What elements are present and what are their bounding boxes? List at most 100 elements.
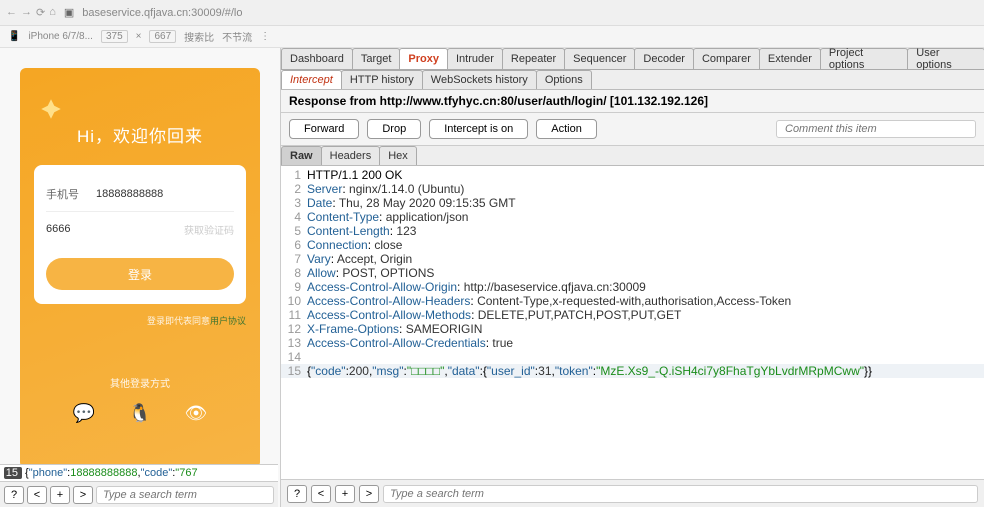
viewtab-hex[interactable]: Hex xyxy=(379,146,417,165)
action-bar: Forward Drop Intercept is on Action xyxy=(281,113,984,146)
terms-link[interactable]: 用户协议 xyxy=(210,316,246,326)
tab-proxy[interactable]: Proxy xyxy=(399,48,448,69)
terms-text: 登录即代表同意用户协议 xyxy=(34,314,246,327)
qq-icon[interactable]: 🐧 xyxy=(127,400,153,426)
left-json-line: 15 {"phone":18888888888,"code":"767 xyxy=(0,465,278,481)
add-icon[interactable]: + xyxy=(50,486,70,504)
divider xyxy=(46,211,234,212)
bottom-search-bar: ? < + > xyxy=(281,479,984,507)
forward-icon[interactable]: → xyxy=(21,6,32,19)
response-line: 13Access-Control-Allow-Credentials: true xyxy=(281,336,984,350)
subtab-websockets-history[interactable]: WebSockets history xyxy=(422,70,537,89)
other-login-label: 其他登录方式 xyxy=(110,375,170,390)
viewport-height[interactable]: 667 xyxy=(149,30,176,43)
comment-input[interactable] xyxy=(776,120,976,138)
forward-button[interactable]: Forward xyxy=(289,119,359,139)
more-icon[interactable]: ⋮ xyxy=(260,31,270,42)
response-line: 2Server: nginx/1.14.0 (Ubuntu) xyxy=(281,182,984,196)
left-search-bar: ? < + > xyxy=(0,481,278,507)
subtab-intercept[interactable]: Intercept xyxy=(281,70,342,89)
sub-tab-row: InterceptHTTP historyWebSockets historyO… xyxy=(281,70,984,90)
response-line: 8Allow: POST, OPTIONS xyxy=(281,266,984,280)
tab-decoder[interactable]: Decoder xyxy=(634,48,694,69)
viewtab-headers[interactable]: Headers xyxy=(321,146,381,165)
tab-intruder[interactable]: Intruder xyxy=(447,48,503,69)
response-line: 12X-Frame-Options: SAMEORIGIN xyxy=(281,322,984,336)
response-line: 3Date: Thu, 28 May 2020 09:15:35 GMT xyxy=(281,196,984,210)
response-line: 10Access-Control-Allow-Headers: Content-… xyxy=(281,294,984,308)
browser-toolbar: ← → ⟳ ⌂ ▣ baseservice.qfjava.cn:30009/#/… xyxy=(0,0,984,26)
search-input[interactable] xyxy=(383,485,978,503)
reload-icon[interactable]: ⟳ xyxy=(36,6,45,19)
phone-row: 手机号 18888888888 xyxy=(46,179,234,209)
drop-button[interactable]: Drop xyxy=(367,119,421,139)
throttle[interactable]: 不节流 xyxy=(222,29,252,44)
tab-dashboard[interactable]: Dashboard xyxy=(281,48,353,69)
tab-sequencer[interactable]: Sequencer xyxy=(564,48,635,69)
left-json-content: {"phone":18888888888,"code":"767 xyxy=(22,467,198,479)
sparkle-icon xyxy=(38,96,64,122)
zoom-hint: 搜索比 xyxy=(184,29,214,44)
response-line: 14 xyxy=(281,350,984,364)
wechat-icon[interactable]: 💬 xyxy=(71,400,97,426)
response-line: 9Access-Control-Allow-Origin: http://bas… xyxy=(281,280,984,294)
tab-user-options[interactable]: User options xyxy=(907,48,984,69)
response-line: 4Content-Type: application/json xyxy=(281,210,984,224)
phone-value[interactable]: 18888888888 xyxy=(88,188,234,200)
view-tab-row: RawHeadersHex xyxy=(281,146,984,166)
device-icon[interactable]: 📱 xyxy=(8,31,20,42)
tab-extender[interactable]: Extender xyxy=(759,48,821,69)
response-body[interactable]: 1HTTP/1.1 200 OK2Server: nginx/1.14.0 (U… xyxy=(281,166,984,479)
mobile-preview-pane: Hi，欢迎你回来 手机号 18888888888 6666 获取验证码 登录 登… xyxy=(0,48,280,507)
code-value[interactable]: 6666 xyxy=(46,223,184,235)
prev-icon[interactable]: < xyxy=(27,486,47,504)
viewport-width[interactable]: 375 xyxy=(101,30,128,43)
dim-sep: × xyxy=(136,31,142,42)
response-info: Response from http://www.tfyhyc.cn:80/us… xyxy=(281,90,984,113)
site-icon: ▣ xyxy=(64,6,74,19)
response-line: 15{"code":200,"msg":"□□□□","data":{"user… xyxy=(281,364,984,378)
action-button[interactable]: Action xyxy=(536,119,597,139)
tab-target[interactable]: Target xyxy=(352,48,401,69)
left-search-input[interactable] xyxy=(96,486,274,504)
add-icon[interactable]: + xyxy=(335,485,355,503)
url-text[interactable]: baseservice.qfjava.cn:30009/#/lo xyxy=(82,7,242,19)
login-button[interactable]: 登录 xyxy=(46,258,234,290)
response-line: 1HTTP/1.1 200 OK xyxy=(281,168,984,182)
get-code-button[interactable]: 获取验证码 xyxy=(184,222,234,237)
burp-pane: DashboardTargetProxyIntruderRepeaterSequ… xyxy=(280,48,984,507)
next-match-icon[interactable]: > xyxy=(359,485,379,503)
greeting-text: Hi，欢迎你回来 xyxy=(77,122,203,147)
left-bottom-snippet: 15 {"phone":18888888888,"code":"767 ? < … xyxy=(0,464,278,507)
phone-screen: Hi，欢迎你回来 手机号 18888888888 6666 获取验证码 登录 登… xyxy=(20,68,260,468)
help-icon[interactable]: ? xyxy=(4,486,24,504)
login-card: 手机号 18888888888 6666 获取验证码 登录 xyxy=(34,165,246,304)
subtab-options[interactable]: Options xyxy=(536,70,592,89)
tab-comparer[interactable]: Comparer xyxy=(693,48,760,69)
help-icon[interactable]: ? xyxy=(287,485,307,503)
response-line: 5Content-Length: 123 xyxy=(281,224,984,238)
back-icon[interactable]: ← xyxy=(6,6,17,19)
intercept-toggle[interactable]: Intercept is on xyxy=(429,119,528,139)
home-icon[interactable]: ⌂ xyxy=(49,6,56,19)
weibo-icon[interactable]: 👁 xyxy=(183,400,209,426)
terms-prefix: 登录即代表同意 xyxy=(147,316,210,326)
next-icon[interactable]: > xyxy=(73,486,93,504)
subtab-http-history[interactable]: HTTP history xyxy=(341,70,423,89)
social-row: 💬 🐧 👁 xyxy=(71,400,209,426)
nav-arrows: ← → ⟳ ⌂ xyxy=(6,6,56,19)
response-line: 11Access-Control-Allow-Methods: DELETE,P… xyxy=(281,308,984,322)
tab-repeater[interactable]: Repeater xyxy=(502,48,565,69)
device-name[interactable]: iPhone 6/7/8... xyxy=(28,31,93,42)
main-tab-row: DashboardTargetProxyIntruderRepeaterSequ… xyxy=(281,48,984,70)
device-toolbar: 📱 iPhone 6/7/8... 375 × 667 搜索比 不节流 ⋮ xyxy=(0,26,984,48)
viewtab-raw[interactable]: Raw xyxy=(281,146,322,165)
line-no: 15 xyxy=(4,467,22,479)
prev-match-icon[interactable]: < xyxy=(311,485,331,503)
phone-label: 手机号 xyxy=(46,186,88,202)
response-line: 6Connection: close xyxy=(281,238,984,252)
tab-project-options[interactable]: Project options xyxy=(820,48,908,69)
main-split: Hi，欢迎你回来 手机号 18888888888 6666 获取验证码 登录 登… xyxy=(0,48,984,507)
response-line: 7Vary: Accept, Origin xyxy=(281,252,984,266)
code-row: 6666 获取验证码 xyxy=(46,214,234,244)
